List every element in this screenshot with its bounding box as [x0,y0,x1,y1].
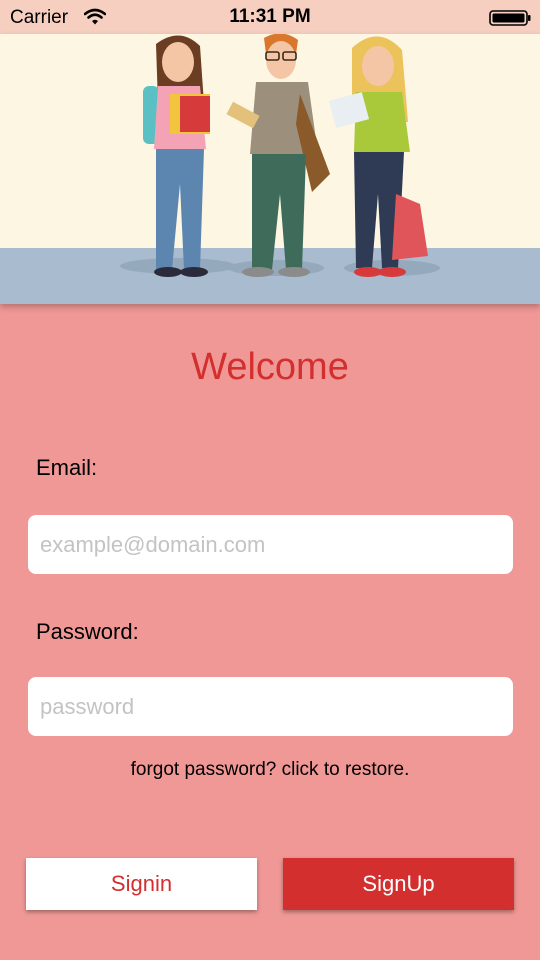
signin-button[interactable]: Signin [26,858,257,910]
status-time: 11:31 PM [229,6,311,27]
email-label: Email: [36,455,98,480]
forgot-password-link[interactable]: forgot password? click to restore. [0,759,540,781]
password-label: Password: [36,619,139,644]
student-right [328,36,428,277]
status-bar: Carrier 11:31 PM [0,0,540,34]
password-input[interactable] [28,677,513,736]
welcome-title: Welcome [191,346,349,388]
student-left [143,35,210,277]
email-input[interactable] [28,515,513,574]
signup-button[interactable]: SignUp [283,858,514,910]
battery-icon [489,10,531,26]
student-middle [226,34,330,277]
hero-illustration [0,34,540,304]
